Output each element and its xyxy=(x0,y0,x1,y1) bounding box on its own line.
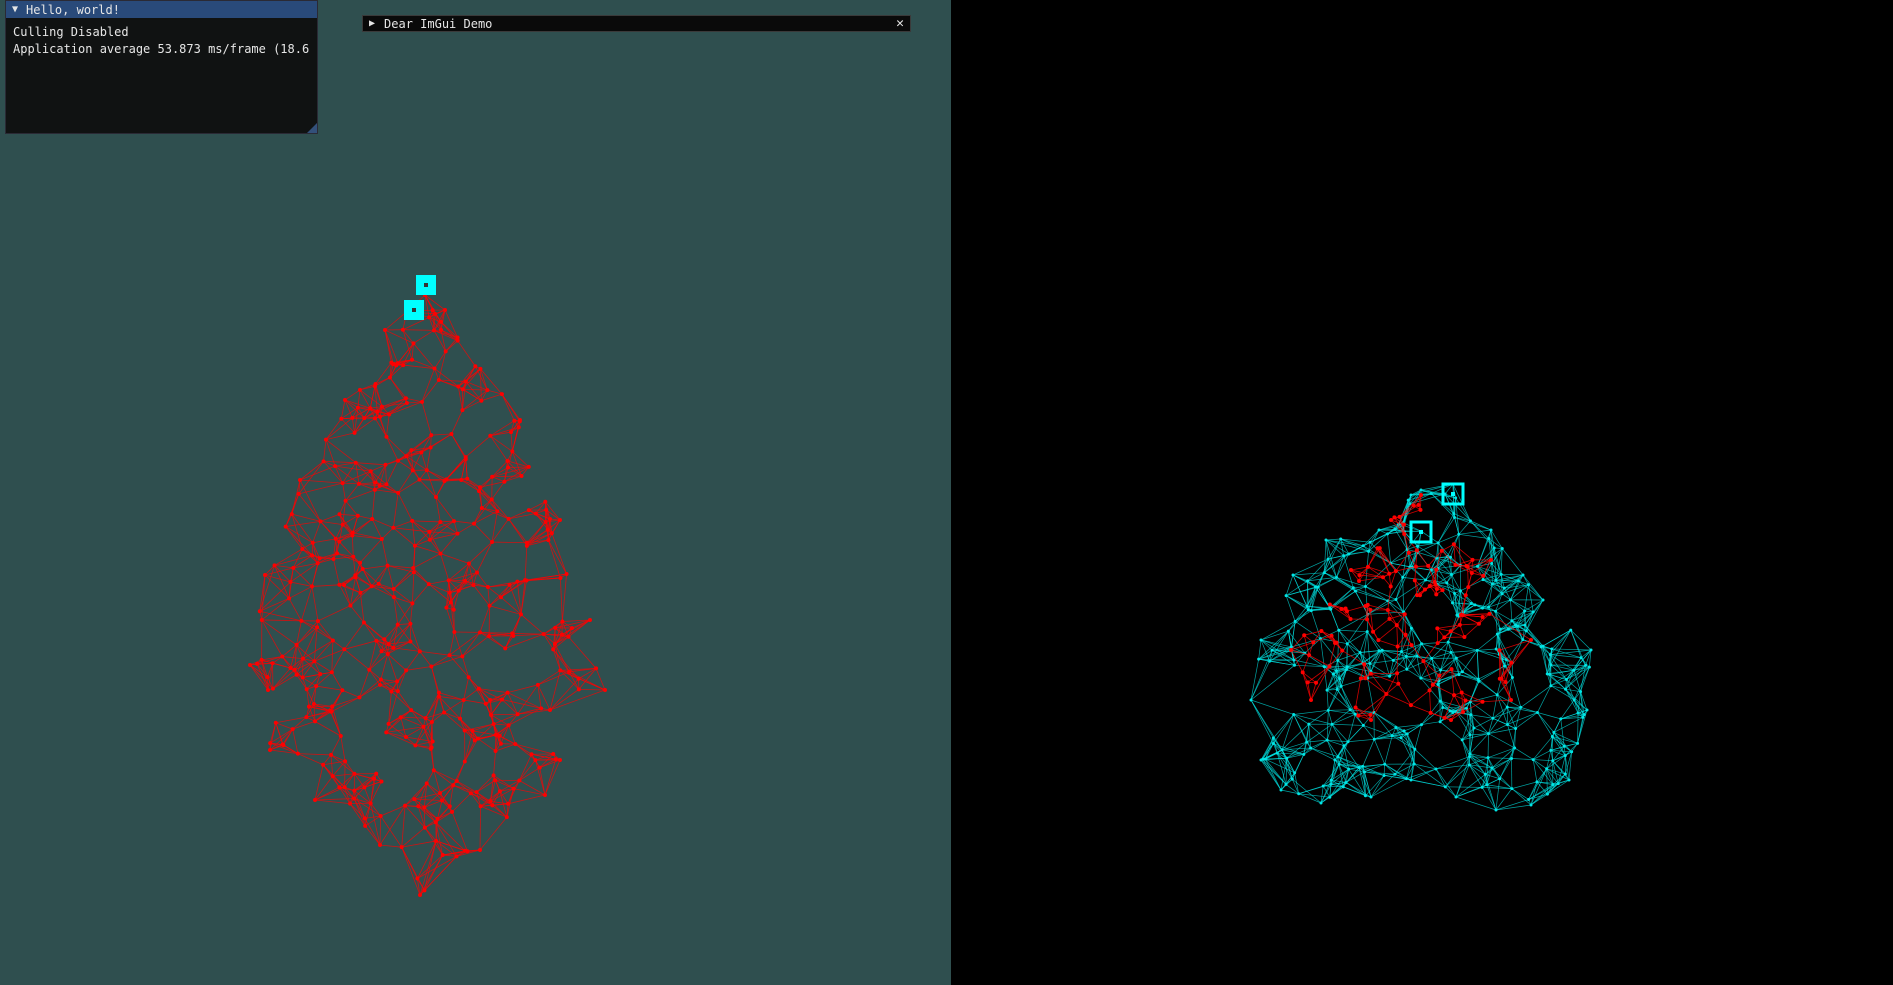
frame-time-text: Application average 53.873 ms/frame (18.… xyxy=(13,42,318,56)
expand-triangle-icon[interactable]: ▶ xyxy=(369,18,375,29)
left-3d-viewport[interactable] xyxy=(0,0,951,985)
collapse-triangle-icon[interactable]: ▼ xyxy=(12,4,18,15)
resize-grip-icon[interactable] xyxy=(307,123,317,133)
hello-window-content: Culling Disabled Application average 53.… xyxy=(6,18,317,64)
hello-world-window[interactable]: ▼ Hello, world! Culling Disabled Applica… xyxy=(5,0,318,134)
right-mesh-render xyxy=(1249,482,1593,812)
demo-window-title: Dear ImGui Demo xyxy=(384,16,493,31)
right-3d-viewport[interactable] xyxy=(951,0,1893,985)
left-wireframe-mesh xyxy=(248,293,607,897)
culling-status-text: Culling Disabled xyxy=(13,25,129,39)
close-icon[interactable]: ✕ xyxy=(896,16,904,31)
hello-window-titlebar[interactable]: ▼ Hello, world! xyxy=(6,1,317,18)
imgui-demo-window-collapsed[interactable]: ▶ Dear ImGui Demo ✕ xyxy=(362,15,911,32)
left-mesh-render xyxy=(248,275,607,897)
hello-window-title: Hello, world! xyxy=(26,2,120,17)
